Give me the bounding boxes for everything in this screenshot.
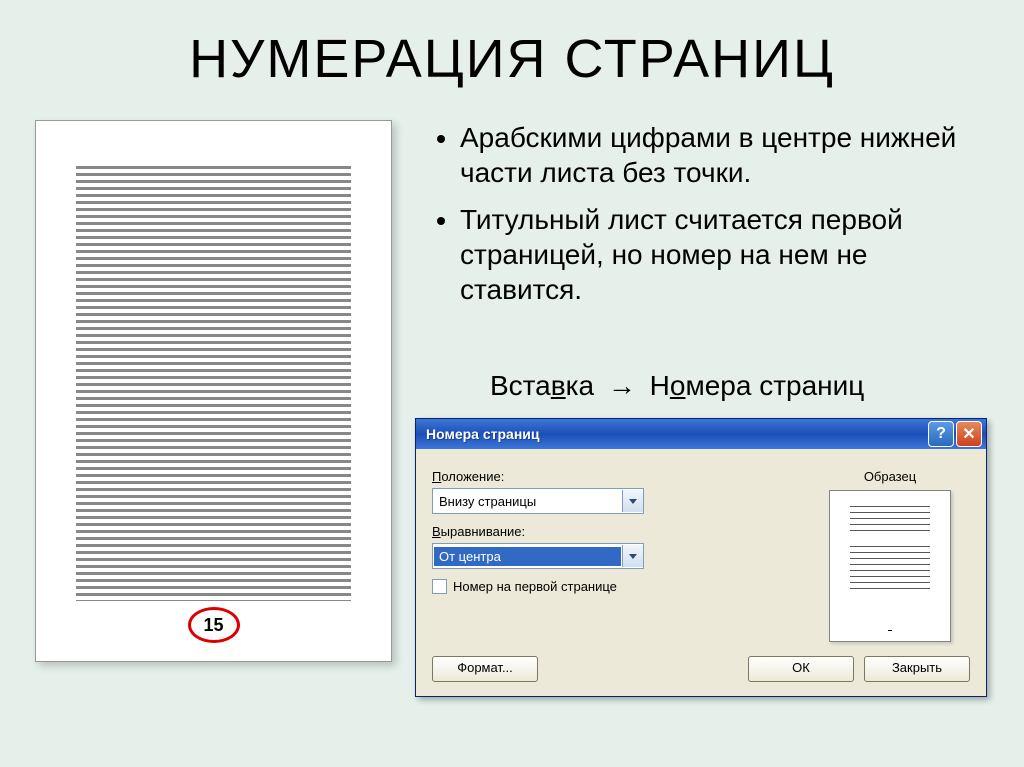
t: Н <box>650 370 670 401</box>
t: в <box>551 370 566 401</box>
format-button[interactable]: Формат... <box>432 656 538 682</box>
t: Вста <box>490 370 551 401</box>
t: ыравнивание: <box>441 524 525 539</box>
t: мера страниц <box>685 370 864 401</box>
position-combo[interactable]: Внизу страницы <box>432 488 644 514</box>
preview-lines <box>850 546 930 594</box>
checkbox-icon[interactable] <box>432 579 447 594</box>
arrow-icon: → <box>608 370 636 401</box>
preview-page-number <box>888 630 892 631</box>
dialog-titlebar[interactable]: Номера страниц ? ✕ <box>416 419 986 449</box>
t: омер на первой странице <box>462 579 617 594</box>
t: Н <box>453 579 462 594</box>
menu-path-hint: Вставка → Номера страниц <box>490 370 864 402</box>
page-numbers-dialog: Номера страниц ? ✕ Положение: Внизу стра… <box>415 418 987 697</box>
alignment-label: Выравнивание: <box>432 524 790 539</box>
help-button[interactable]: ? <box>928 421 954 447</box>
alignment-combo[interactable]: От центра <box>432 543 644 569</box>
sample-preview <box>829 490 951 642</box>
preview-lines <box>850 506 930 536</box>
slide-title: НУМЕРАЦИЯ СТРАНИЦ <box>0 0 1024 100</box>
first-page-label: Номер на первой странице <box>453 579 617 594</box>
position-value: Внизу страницы <box>433 494 622 509</box>
ok-button[interactable]: ОК <box>748 656 854 682</box>
alignment-value: От центра <box>434 547 621 566</box>
page-preview: 15 <box>35 120 392 662</box>
close-button[interactable]: Закрыть <box>864 656 970 682</box>
page-text-lines <box>76 166 351 601</box>
first-page-checkbox-row[interactable]: Номер на первой странице <box>432 579 790 594</box>
bullet-item: Титульный лист считается первой странице… <box>460 202 994 307</box>
bullet-item: Арабскими цифрами в центре нижней части … <box>460 120 994 190</box>
t: П <box>432 469 441 484</box>
t: ка <box>566 370 594 401</box>
t: о <box>670 370 686 401</box>
chevron-down-icon[interactable] <box>622 490 643 512</box>
position-label: Положение: <box>432 469 790 484</box>
t: ат... <box>490 660 512 675</box>
close-icon[interactable]: ✕ <box>956 421 982 447</box>
bullet-list: Арабскими цифрами в центре нижней части … <box>430 120 994 319</box>
chevron-down-icon[interactable] <box>622 545 643 567</box>
page-number-highlight: 15 <box>188 607 240 643</box>
t: В <box>432 524 441 539</box>
t: Фор <box>457 660 481 675</box>
sample-label: Образец <box>810 469 970 484</box>
t: оложение: <box>441 469 504 484</box>
dialog-title: Номера страниц <box>426 426 926 442</box>
